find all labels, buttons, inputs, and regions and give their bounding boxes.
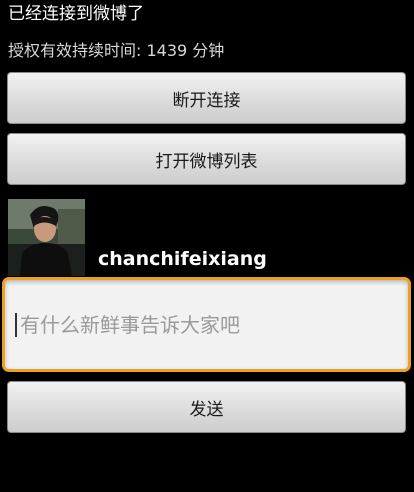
send-button[interactable]: 发送 [7,381,406,433]
open-weibo-list-button-label: 打开微博列表 [155,151,258,172]
open-weibo-list-button[interactable]: 打开微博列表 [7,133,406,185]
text-cursor [15,313,17,337]
send-button-label: 发送 [189,399,224,420]
compose-input[interactable]: 有什么新鲜事告诉大家吧 [2,277,411,372]
compose-placeholder: 有什么新鲜事告诉大家吧 [20,313,240,337]
avatar [8,199,85,276]
connection-status-title: 已经连接到微博了 [8,4,144,24]
username: chanchifeixiang [98,248,267,270]
auth-duration-text: 授权有效持续时间: 1439 分钟 [8,41,225,60]
disconnect-button-label: 断开连接 [172,90,241,111]
disconnect-button[interactable]: 断开连接 [7,72,406,124]
